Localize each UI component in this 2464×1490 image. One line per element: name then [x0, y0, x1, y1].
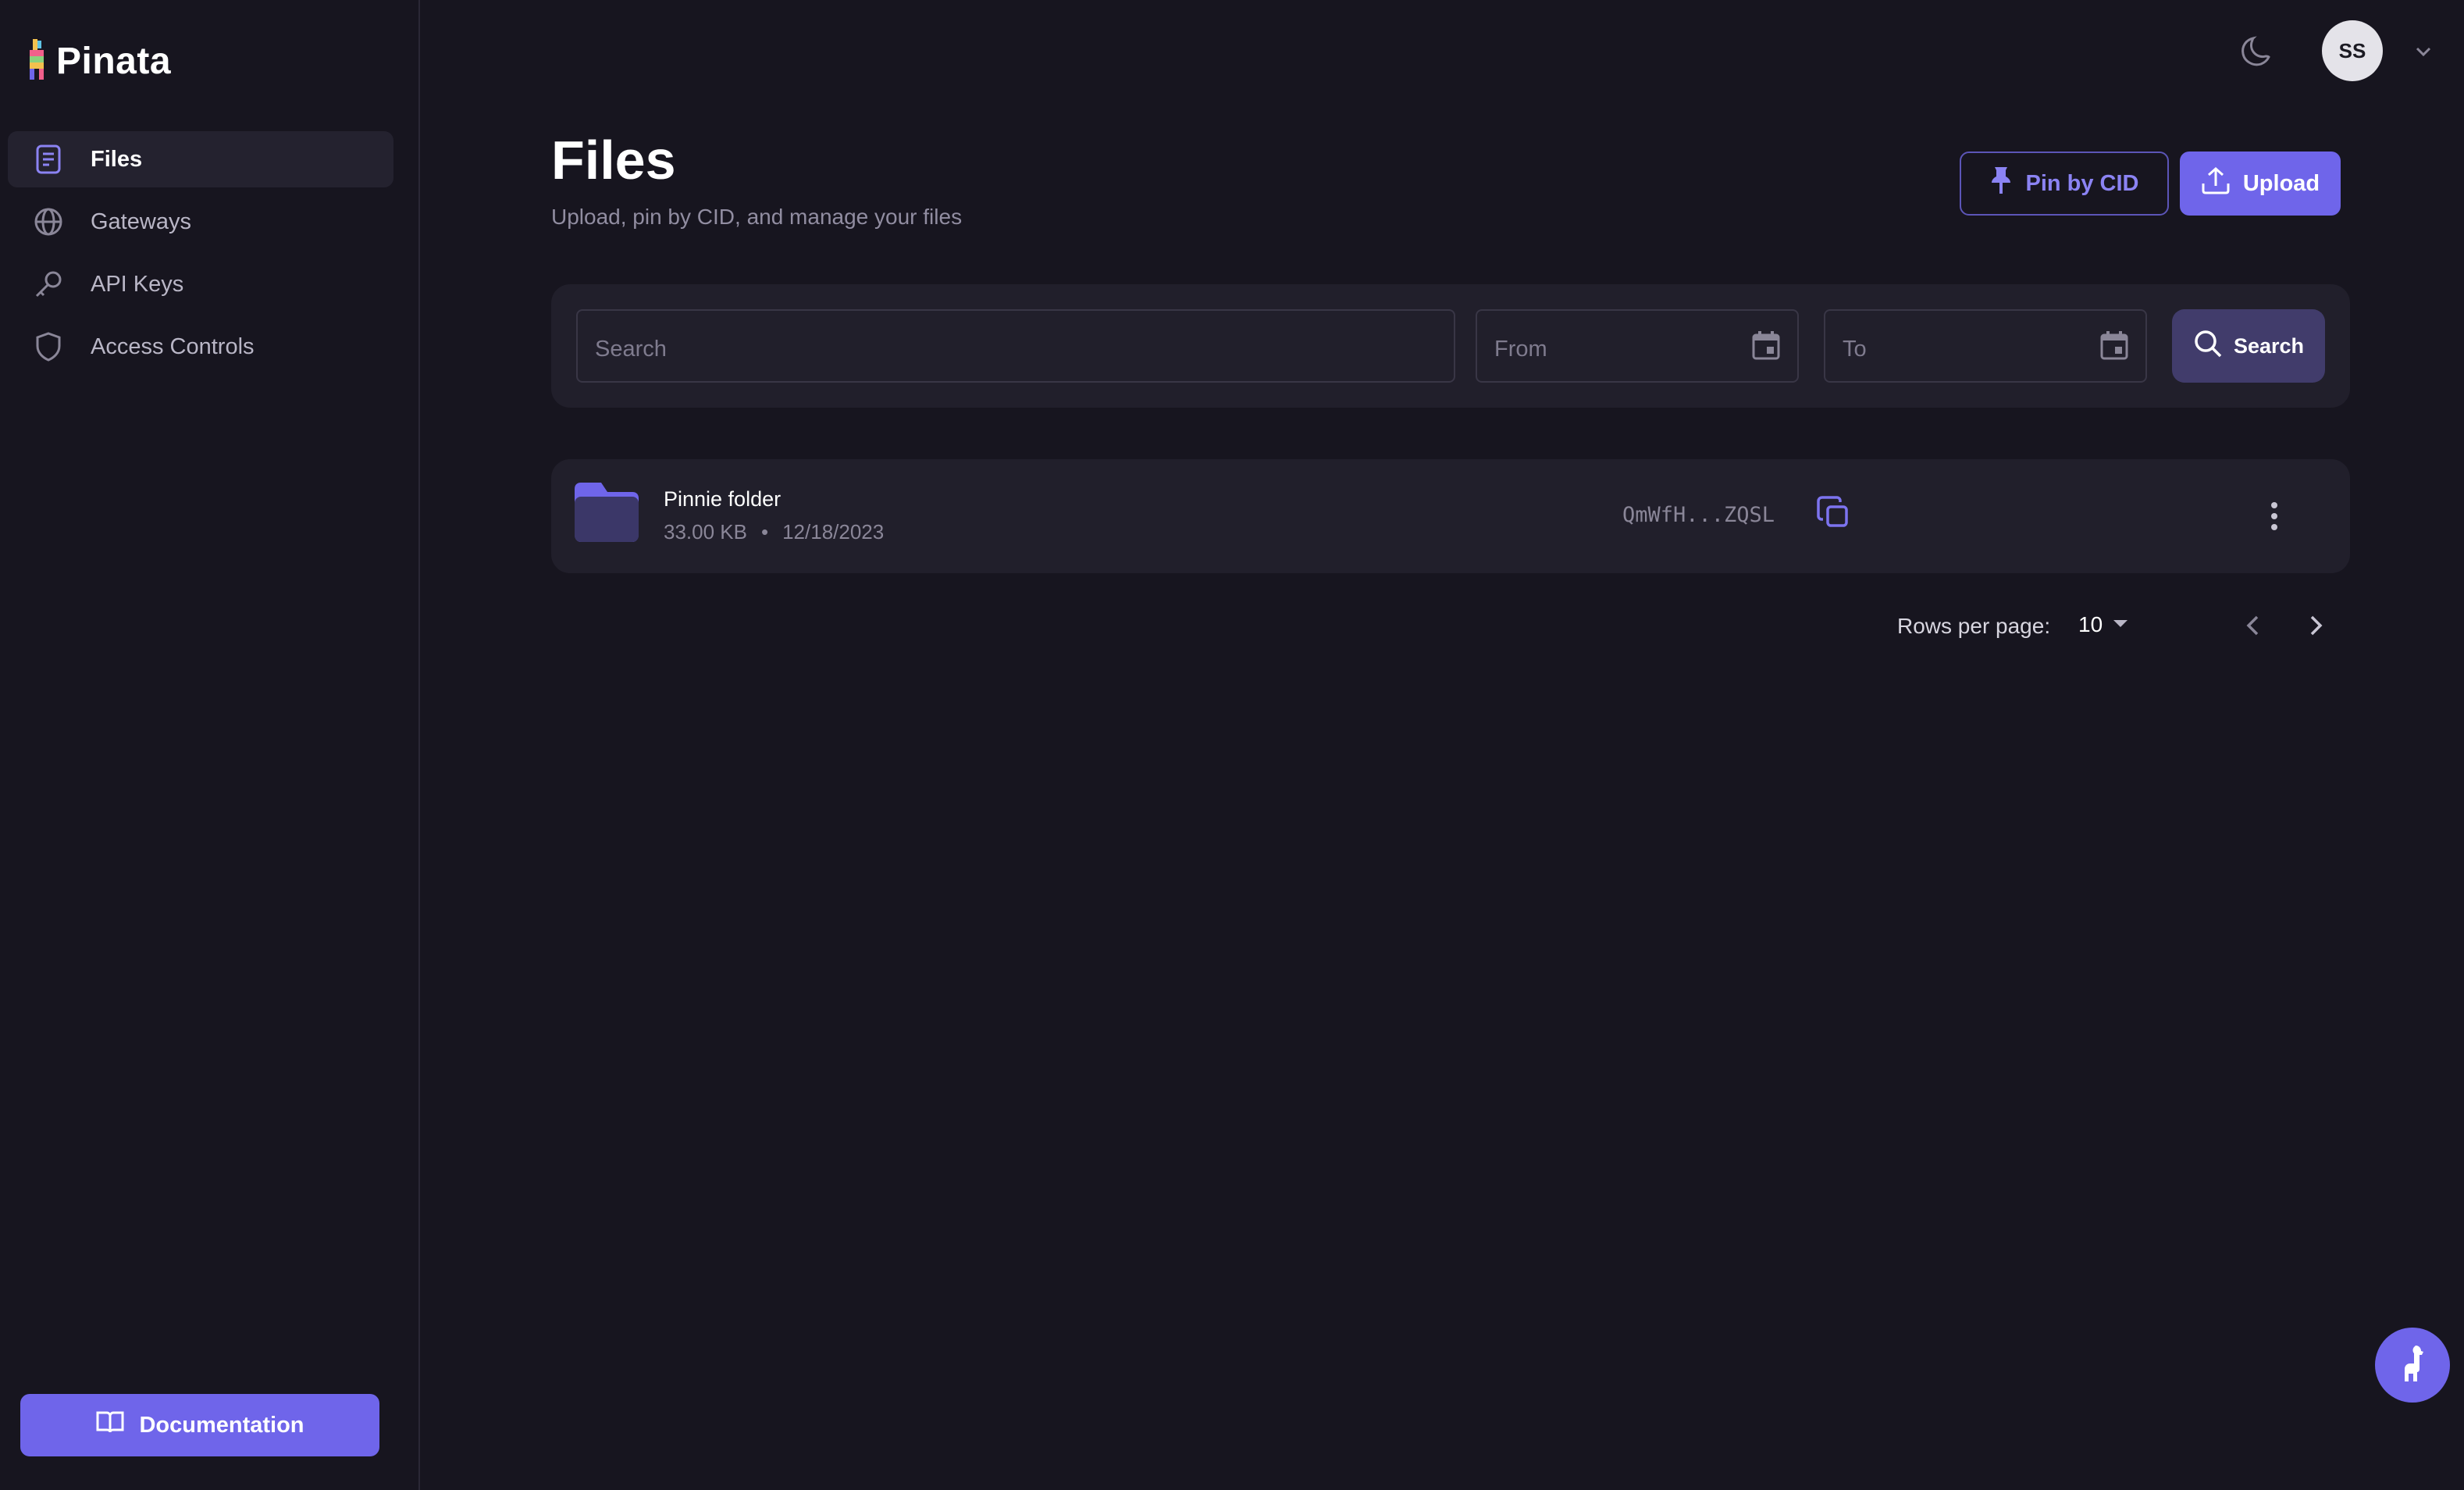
file-row[interactable]: Pinnie folder 33.00 KB • 12/18/2023 QmWf…	[551, 459, 2350, 573]
search-placeholder: Search	[595, 336, 667, 362]
help-chat-button[interactable]	[2375, 1328, 2450, 1403]
upload-label: Upload	[2242, 170, 2320, 196]
rows-per-page-select[interactable]: 10	[2078, 612, 2129, 637]
pinata-logo-icon	[27, 39, 50, 84]
documentation-label: Documentation	[139, 1412, 304, 1438]
pinnie-llama-icon	[2395, 1344, 2430, 1387]
sidebar-nav: Files Gateways API Keys Access Controls	[8, 131, 393, 381]
sidebar-item-api-keys[interactable]: API Keys	[8, 256, 393, 312]
sidebar-item-label: Files	[91, 146, 143, 172]
search-panel: Search From To Search	[551, 284, 2350, 408]
more-vertical-icon[interactable]	[2261, 498, 2288, 534]
page-title: Files	[551, 130, 676, 191]
file-size: 33.00 KB	[664, 520, 747, 544]
documentation-button[interactable]: Documentation	[20, 1394, 379, 1456]
upload-icon	[2201, 166, 2231, 201]
globe-icon	[33, 206, 64, 237]
pin-icon	[1989, 166, 2013, 201]
search-button-label: Search	[2233, 333, 2305, 358]
upload-button[interactable]: Upload	[2180, 151, 2341, 216]
search-input[interactable]: Search	[576, 309, 1455, 383]
pinata-logo[interactable]: Pinata	[27, 39, 171, 84]
file-meta: 33.00 KB • 12/18/2023	[664, 520, 884, 544]
to-placeholder: To	[1843, 336, 1867, 362]
folder-icon	[575, 483, 639, 542]
pin-by-cid-button[interactable]: Pin by CID	[1960, 151, 2169, 216]
sidebar-item-files[interactable]: Files	[8, 131, 393, 187]
caret-down-icon	[2112, 618, 2129, 633]
sidebar-item-label: Access Controls	[91, 333, 255, 359]
page-subtitle: Upload, pin by CID, and manage your file…	[551, 205, 963, 229]
calendar-icon[interactable]	[2099, 330, 2130, 361]
sidebar-item-access-controls[interactable]: Access Controls	[8, 319, 393, 375]
chevron-right-icon	[2310, 615, 2323, 636]
book-icon	[95, 1410, 125, 1441]
shield-icon	[33, 331, 64, 362]
sidebar: Pinata Files Gateways API Keys Access Co…	[0, 0, 420, 1490]
meta-separator: •	[760, 520, 769, 544]
file-name: Pinnie folder	[664, 487, 782, 511]
search-icon	[2193, 329, 2223, 364]
rows-per-page-label: Rows per page:	[1897, 614, 2051, 638]
sidebar-item-label: Gateways	[91, 209, 191, 234]
copy-icon[interactable]	[1816, 495, 1852, 531]
rows-per-page-value: 10	[2078, 612, 2103, 636]
file-date: 12/18/2023	[782, 520, 885, 544]
calendar-icon[interactable]	[1750, 330, 1782, 361]
file-cid: QmWfH...ZQSL	[1622, 503, 1775, 527]
pin-by-cid-label: Pin by CID	[2025, 170, 2139, 196]
avatar[interactable]: SS	[2322, 20, 2383, 81]
chevron-left-icon	[2246, 615, 2259, 636]
to-date-field[interactable]: To	[1824, 309, 2147, 383]
from-placeholder: From	[1494, 336, 1547, 362]
from-date-field[interactable]: From	[1476, 309, 1799, 383]
file-icon	[33, 144, 64, 175]
moon-icon[interactable]	[2238, 33, 2275, 70]
brand-name: Pinata	[56, 41, 172, 82]
previous-page-button[interactable]	[2239, 609, 2267, 642]
key-icon	[33, 269, 64, 300]
search-button[interactable]: Search	[2172, 309, 2325, 383]
next-page-button[interactable]	[2302, 609, 2330, 642]
sidebar-item-label: API Keys	[91, 271, 184, 297]
sidebar-item-gateways[interactable]: Gateways	[8, 194, 393, 250]
chevron-down-icon[interactable]	[2412, 41, 2434, 62]
